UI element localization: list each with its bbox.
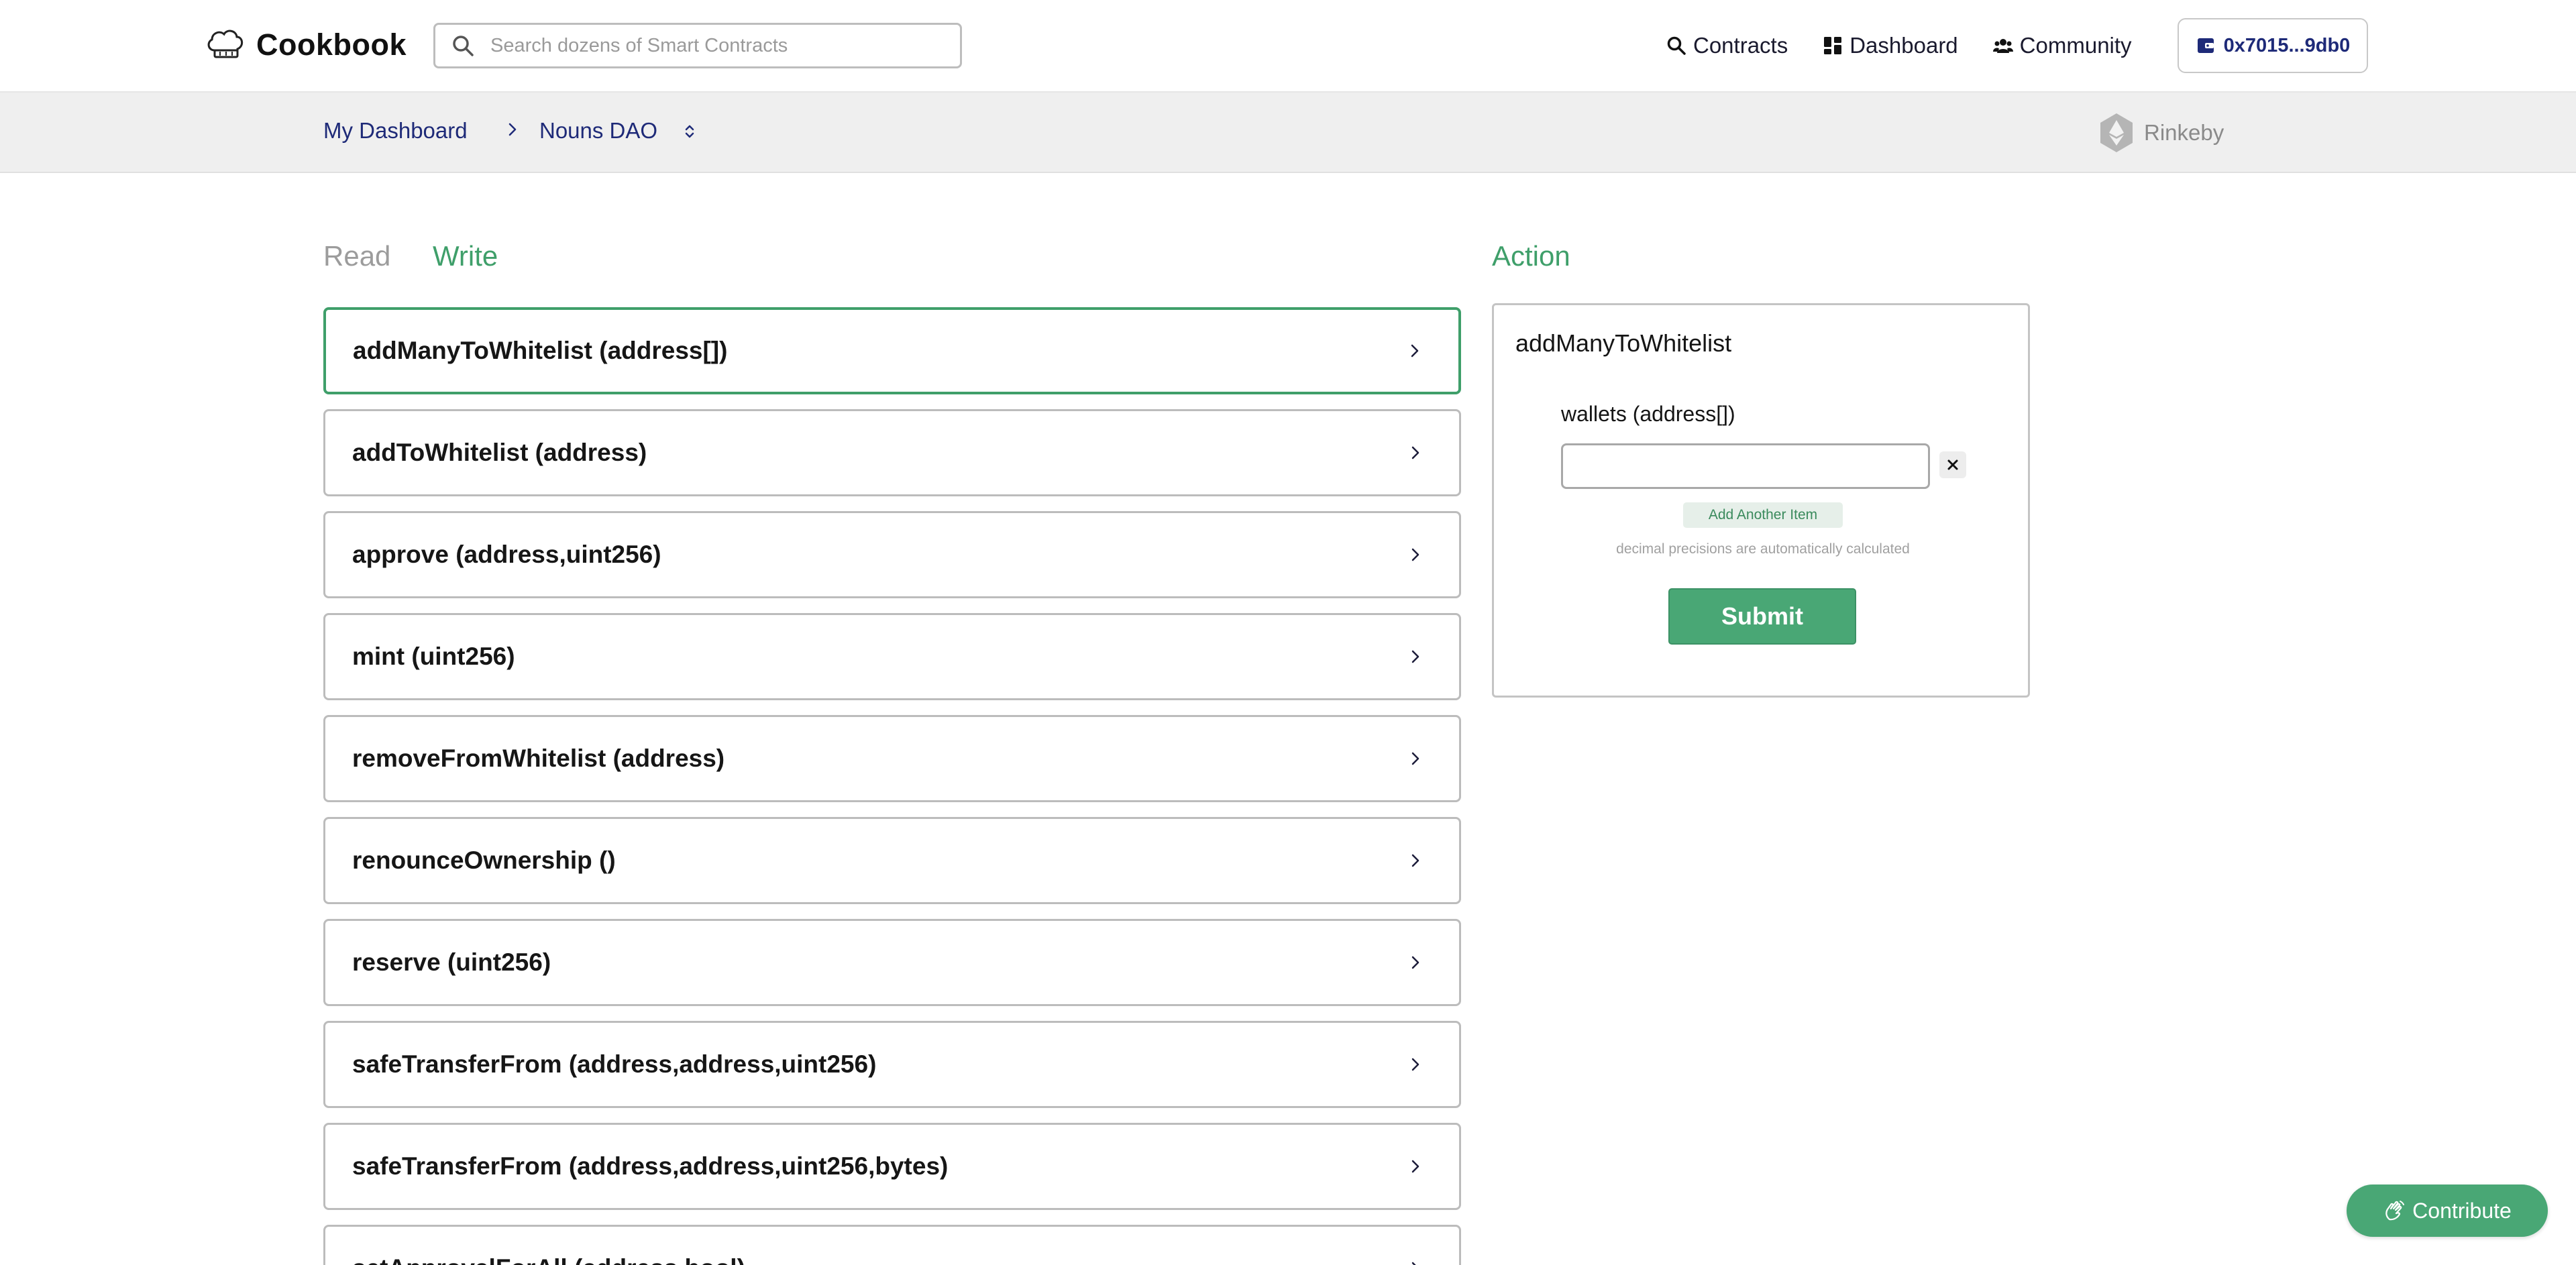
main-nav: Contracts Dashboard Community	[1666, 30, 2167, 62]
chevron-right-icon	[1411, 446, 1419, 459]
function-signature: renounceOwnership ()	[352, 846, 616, 874]
submit-button[interactable]: Submit	[1668, 588, 1856, 645]
wallet-address: 0x7015...9db0	[2223, 34, 2351, 56]
function-row[interactable]: renounceOwnership ()	[323, 817, 1461, 904]
chef-hat-icon	[207, 30, 244, 58]
function-signature: safeTransferFrom (address,address,uint25…	[352, 1152, 949, 1180]
function-signature: addManyToWhitelist (address[])	[353, 337, 728, 364]
function-row[interactable]: addManyToWhitelist (address[])	[323, 307, 1461, 394]
function-row[interactable]: approve (address,uint256)	[323, 511, 1461, 598]
function-signature: mint (uint256)	[352, 643, 515, 670]
network-indicator: Rinkeby	[2098, 111, 2224, 154]
add-another-item-button[interactable]: Add Another Item	[1683, 502, 1843, 528]
function-signature: setApprovalForAll (address,bool)	[352, 1254, 745, 1265]
nav-community-label: Community	[2019, 33, 2132, 58]
action-card: addManyToWhitelist wallets (address[]) A…	[1492, 303, 2030, 698]
chevron-right-icon	[1411, 956, 1419, 969]
function-signature: reserve (uint256)	[352, 948, 551, 976]
breadcrumb-dashboard-link[interactable]: My Dashboard	[323, 118, 468, 144]
remove-item-button[interactable]	[1939, 451, 1966, 478]
chevron-right-icon	[1411, 1160, 1419, 1173]
chevron-right-icon	[1411, 344, 1419, 358]
nav-community-link[interactable]: Community	[1992, 33, 2132, 58]
wallets-input[interactable]	[1561, 443, 1930, 489]
wallet-icon	[2197, 38, 2214, 53]
dashboard-icon	[1824, 37, 1842, 54]
param-label: wallets (address[])	[1561, 402, 1735, 426]
function-signature: removeFromWhitelist (address)	[352, 745, 725, 772]
nav-dashboard-link[interactable]: Dashboard	[1823, 33, 1958, 58]
selected-function-name: addManyToWhitelist	[1515, 329, 1732, 357]
users-icon	[1992, 39, 2013, 53]
network-name: Rinkeby	[2144, 120, 2224, 145]
tab-write[interactable]: Write	[433, 240, 498, 272]
tab-read[interactable]: Read	[323, 240, 390, 272]
function-signature: addToWhitelist (address)	[352, 439, 647, 466]
decimal-hint: decimal precisions are automatically cal…	[1616, 541, 1910, 557]
chevron-right-icon	[1411, 548, 1419, 561]
selector-chevrons-icon[interactable]	[680, 121, 700, 142]
function-row[interactable]: reserve (uint256)	[323, 919, 1461, 1006]
nav-dashboard-label: Dashboard	[1849, 33, 1958, 58]
search-icon	[1667, 36, 1686, 55]
brand-logo[interactable]: Cookbook	[205, 25, 407, 64]
chevron-right-icon	[1411, 650, 1419, 663]
contribute-button[interactable]: Contribute	[2347, 1185, 2548, 1237]
action-heading: Action	[1492, 240, 1570, 272]
function-row[interactable]: mint (uint256)	[323, 613, 1461, 700]
function-row[interactable]: safeTransferFrom (address,address,uint25…	[323, 1123, 1461, 1210]
chevron-right-icon	[1411, 1262, 1416, 1265]
search-box[interactable]	[433, 23, 962, 68]
function-row[interactable]: setApprovalForAll (address,bool)	[323, 1225, 1461, 1265]
function-signature: approve (address,uint256)	[352, 541, 661, 568]
brand-name: Cookbook	[256, 28, 407, 62]
function-signature: safeTransferFrom (address,address,uint25…	[352, 1050, 877, 1078]
search-icon	[453, 36, 474, 56]
function-row[interactable]: safeTransferFrom (address,address,uint25…	[323, 1021, 1461, 1108]
close-icon	[1947, 459, 1958, 470]
ethereum-icon	[2100, 113, 2133, 152]
breadcrumb: My Dashboard Nouns DAO Rinkeby	[0, 93, 2576, 173]
top-navigation: Cookbook Contracts Dashboard	[0, 0, 2576, 93]
function-row[interactable]: addToWhitelist (address)	[323, 409, 1461, 496]
nav-contracts-label: Contracts	[1693, 33, 1788, 58]
function-row[interactable]: removeFromWhitelist (address)	[323, 715, 1461, 802]
contribute-label: Contribute	[2412, 1198, 2512, 1223]
wallet-button[interactable]: 0x7015...9db0	[2178, 18, 2368, 73]
chevron-right-icon	[1411, 854, 1419, 867]
chevron-right-icon	[508, 123, 517, 136]
nav-contracts-link[interactable]: Contracts	[1666, 33, 1788, 58]
chevron-right-icon	[1411, 752, 1419, 765]
chevron-right-icon	[1411, 1058, 1419, 1071]
search-input[interactable]	[490, 34, 933, 57]
breadcrumb-contract-name[interactable]: Nouns DAO	[539, 118, 657, 144]
waving-hand-icon	[2385, 1201, 2405, 1221]
